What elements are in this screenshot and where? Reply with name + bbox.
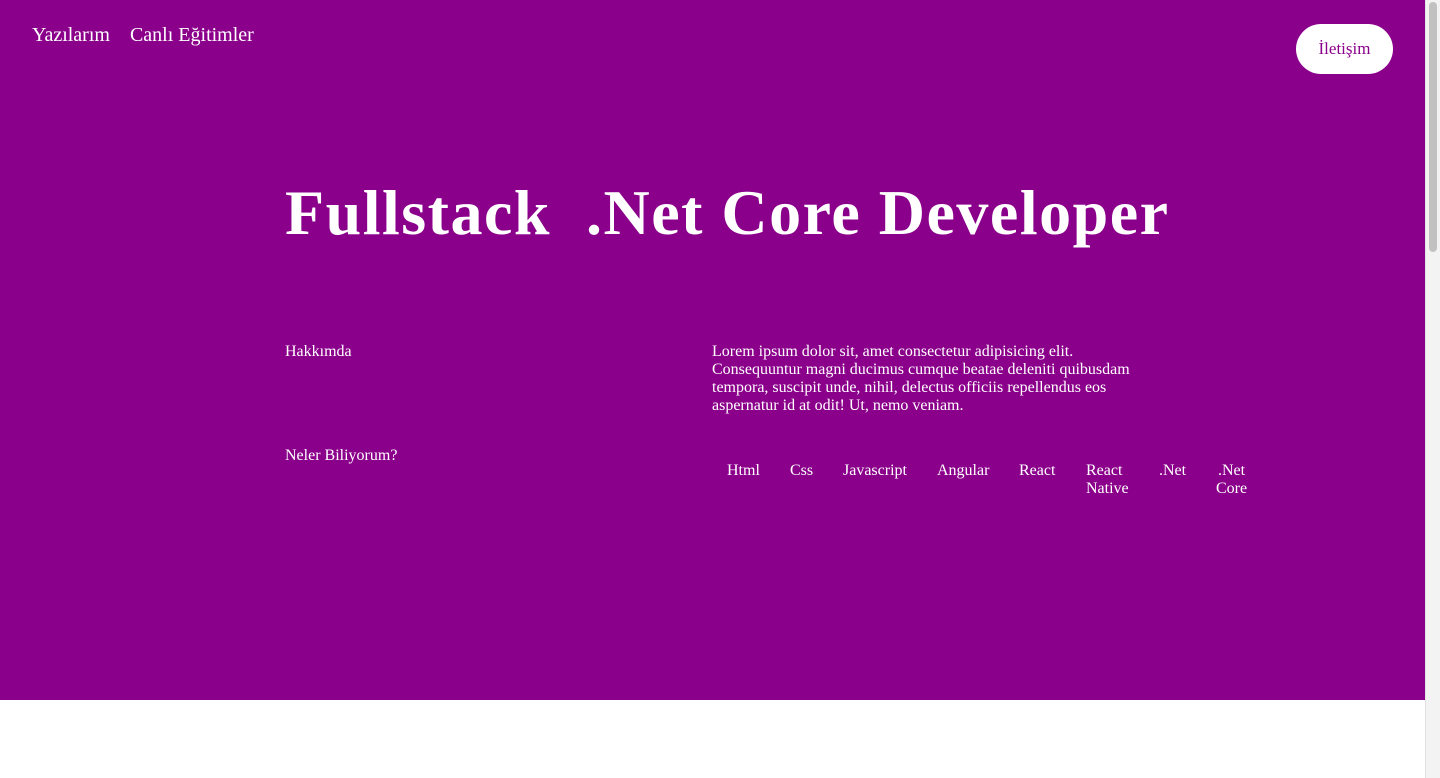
skill-item-dotnet-core: .Net Core xyxy=(1216,462,1248,497)
scrollbar-thumb[interactable] xyxy=(1429,2,1437,252)
skill-item-javascript: Javascript xyxy=(843,462,907,479)
nav-link-yazilarim[interactable]: Yazılarım xyxy=(32,22,110,48)
page-title: Fullstack .Net Core Developer xyxy=(285,177,1170,248)
skill-item-angular: Angular xyxy=(937,462,990,479)
page: Yazılarım Canlı Eğitimler İletişim Fulls… xyxy=(0,0,1440,778)
vertical-scrollbar[interactable] xyxy=(1425,0,1440,778)
contact-button[interactable]: İletişim xyxy=(1296,24,1393,74)
about-text: Lorem ipsum dolor sit, amet consectetur … xyxy=(712,343,1130,414)
skill-item-react-native: React Native xyxy=(1086,462,1129,497)
skill-item-html: Html xyxy=(727,462,760,479)
nav-link-canli-egitimler[interactable]: Canlı Eğitimler xyxy=(130,22,254,48)
skill-item-react: React xyxy=(1019,462,1056,479)
skill-item-dotnet: .Net xyxy=(1159,462,1187,479)
skill-item-css: Css xyxy=(790,462,814,479)
hero-section: Yazılarım Canlı Eğitimler İletişim Fulls… xyxy=(0,0,1425,700)
main-nav: Yazılarım Canlı Eğitimler xyxy=(32,22,254,48)
skills-label: Neler Biliyorum? xyxy=(285,447,398,464)
about-label: Hakkımda xyxy=(285,343,352,360)
